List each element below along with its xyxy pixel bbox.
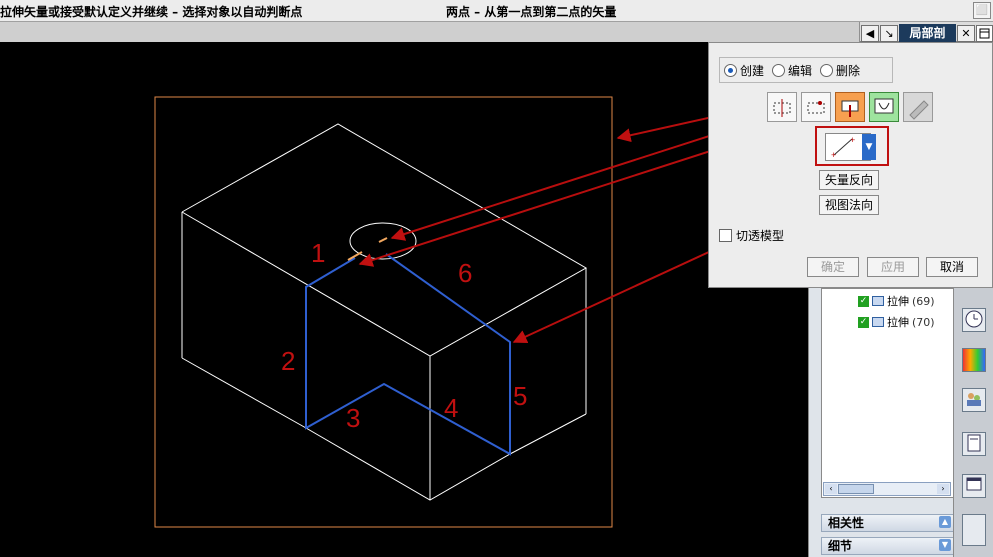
extrude-icon [872, 317, 884, 327]
edge-label-2: 2 [281, 346, 295, 376]
base-point-icon[interactable] [801, 92, 831, 122]
svg-text:+: + [831, 150, 836, 160]
check-icon[interactable]: ✓ [858, 295, 869, 307]
section-label: 细节 [828, 539, 853, 553]
checkbox-label: 切透模型 [736, 229, 785, 243]
graphics-window-tab [0, 22, 860, 42]
radio-label: 创建 [740, 63, 765, 78]
dialog-title: 局部剖 [899, 24, 956, 42]
view-normal-button[interactable]: 视图法向 [819, 195, 879, 215]
graphics-canvas[interactable]: 1 2 3 4 5 6 [0, 42, 881, 557]
check-icon[interactable]: ✓ [858, 316, 869, 328]
modify-boundary-icon[interactable] [903, 92, 933, 122]
tree-item-count: (70) [912, 315, 935, 329]
close-icon[interactable]: ✕ [957, 25, 975, 42]
radio-edit[interactable]: 编辑 [772, 62, 812, 79]
collapse-icon[interactable]: ◀ [861, 25, 879, 42]
scroll-thumb[interactable] [838, 484, 874, 494]
radio-button[interactable] [724, 63, 737, 77]
tree-item-name: 拉伸 [887, 295, 909, 308]
history-clock-icon[interactable] [962, 308, 986, 332]
edge-label-3: 3 [346, 403, 360, 433]
part-navigator: ✓ 拉伸 (69) ✓ 拉伸 (70) ‹ › 相关性 ▲ 细节 ▼ [808, 288, 954, 557]
edge-label-6: 6 [458, 258, 472, 288]
display-icon[interactable] [962, 474, 986, 498]
edge-label-4: 4 [444, 393, 458, 423]
radio-create[interactable]: 创建 [724, 62, 764, 79]
tree-scrollbar[interactable]: ‹ › [823, 482, 951, 496]
radio-label: 编辑 [788, 63, 813, 78]
cue-left-text: 拉伸矢量或接受默认定义并继续 – 选择对象以自动判断点 [0, 5, 303, 19]
drawing-template-icon[interactable] [962, 432, 986, 456]
cancel-button[interactable]: 取消 [926, 257, 978, 277]
vector-selector-box: + + ▼ [815, 126, 889, 166]
cue-right-text: 两点 – 从第一点到第二点的矢量 [446, 5, 617, 19]
feature-tree[interactable]: ✓ 拉伸 (69) ✓ 拉伸 (70) [821, 288, 954, 498]
radio-delete[interactable]: 删除 [820, 62, 860, 79]
cursor-arrow-icon[interactable]: ↘ [880, 25, 898, 42]
reverse-vector-button[interactable]: 矢量反向 [819, 170, 879, 190]
chevron-down-icon[interactable]: ▼ [939, 539, 951, 551]
checkbox[interactable] [719, 229, 732, 242]
radio-button[interactable] [820, 63, 834, 77]
section-dependencies[interactable]: 相关性 ▲ [821, 514, 954, 532]
toolbar-strip [0, 22, 993, 42]
palette-icon[interactable] [962, 348, 986, 372]
cut-model-checkbox[interactable]: 切透模型 [719, 227, 784, 244]
chevron-up-icon[interactable]: ▲ [939, 516, 951, 528]
section-boundary [305, 253, 511, 456]
extrude-icon [872, 296, 884, 306]
section-dialog: 创建 编辑 删除 + + ▼ 矢量反向 视图法向 切透模型 确定 应用 取消 [708, 42, 993, 288]
scroll-left-icon[interactable]: ‹ [825, 484, 837, 494]
model-wireframe: 1 2 3 4 5 6 [154, 96, 881, 528]
edge-label-1: 1 [311, 238, 325, 268]
apply-button[interactable]: 应用 [867, 257, 919, 277]
scroll-right-icon[interactable]: › [937, 484, 949, 494]
vector-type-dropdown[interactable]: + + ▼ [825, 133, 876, 161]
chevron-down-icon[interactable]: ▼ [862, 134, 876, 160]
edge-label-5: 5 [513, 381, 527, 411]
cue-window-button[interactable]: ⬜ [973, 2, 991, 19]
radio-label: 删除 [836, 63, 861, 78]
select-view-icon[interactable] [767, 92, 797, 122]
radio-button[interactable] [772, 63, 786, 77]
rail-blank-icon[interactable] [962, 514, 986, 546]
tree-item-count: (69) [912, 294, 935, 308]
section-label: 相关性 [828, 516, 865, 530]
roles-icon[interactable] [962, 388, 986, 412]
tree-item-name: 拉伸 [887, 316, 909, 329]
select-curve-icon[interactable] [869, 92, 899, 122]
tree-item[interactable]: ✓ 拉伸 (69) [858, 293, 935, 309]
resource-bar [953, 288, 993, 557]
svg-text:+: + [850, 135, 855, 145]
view-border [154, 96, 613, 528]
box-wireframe [181, 123, 588, 501]
ok-button[interactable]: 确定 [807, 257, 859, 277]
cue-bar: 拉伸矢量或接受默认定义并继续 – 选择对象以自动判断点 两点 – 从第一点到第二… [0, 0, 993, 22]
dock-icon[interactable] [976, 25, 993, 42]
tree-item[interactable]: ✓ 拉伸 (70) [858, 314, 935, 330]
section-details[interactable]: 细节 ▼ [821, 537, 954, 555]
mode-radio-group: 创建 编辑 删除 [719, 57, 893, 83]
app-window: 拉伸矢量或接受默认定义并继续 – 选择对象以自动判断点 两点 – 从第一点到第二… [0, 0, 993, 557]
extrude-vector-icon[interactable] [835, 92, 865, 122]
